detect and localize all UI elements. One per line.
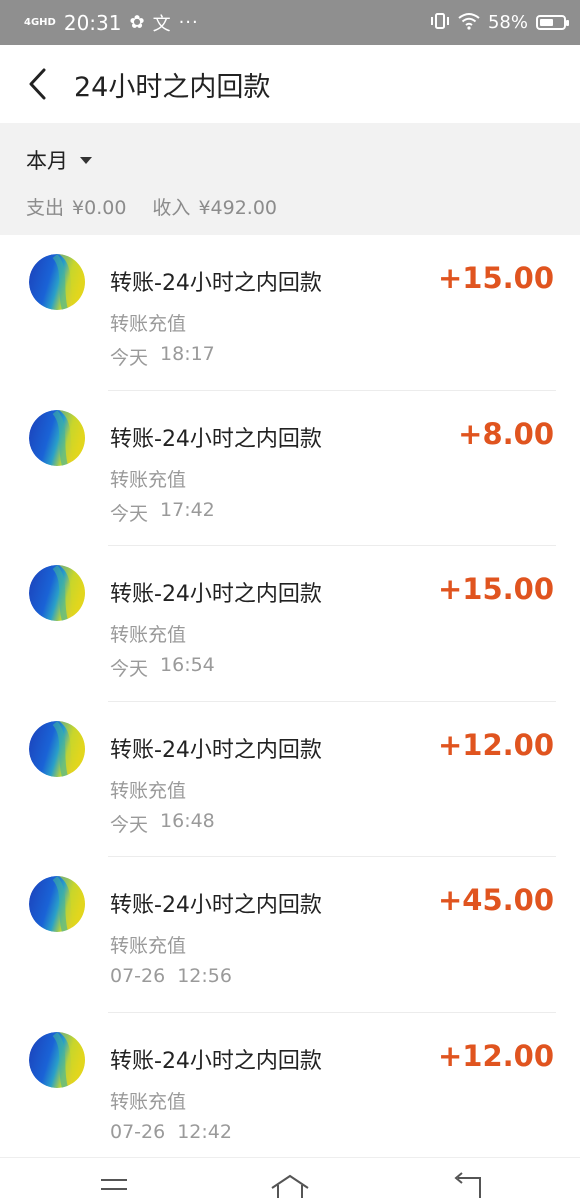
expense-value: ¥0.00 bbox=[72, 197, 127, 219]
transaction-date: 今天 bbox=[110, 813, 149, 836]
transaction-amount: +15.00 bbox=[437, 572, 554, 607]
battery-icon bbox=[536, 15, 569, 30]
transaction-date: 今天 bbox=[110, 502, 149, 525]
status-bar: 4GHD 20:31 ✿ 文 ··· 58% bbox=[0, 0, 580, 45]
chevron-left-icon bbox=[29, 68, 46, 100]
wifi-icon bbox=[458, 12, 480, 34]
transaction-time: 17:42 bbox=[160, 498, 215, 521]
pinwheel-icon: ✿ bbox=[129, 12, 145, 33]
avatar bbox=[29, 254, 85, 310]
income-total: 收入 ¥492.00 bbox=[152, 193, 277, 220]
totals: 支出 ¥0.00 收入 ¥492.00 bbox=[26, 193, 277, 220]
transaction-row[interactable]: 转账-24小时之内回款 转账充值 今天 18:17 +15.00 bbox=[0, 235, 580, 391]
transaction-title: 转账-24小时之内回款 bbox=[110, 893, 322, 919]
income-label: 收入 bbox=[152, 197, 191, 219]
system-nav-bar bbox=[0, 1157, 580, 1198]
transaction-type: 转账充值 bbox=[110, 468, 187, 491]
back-nav-button[interactable] bbox=[446, 1170, 486, 1198]
transaction-title: 转账-24小时之内回款 bbox=[110, 737, 322, 763]
transaction-amount: +12.00 bbox=[437, 727, 554, 762]
transaction-time: 18:17 bbox=[160, 343, 215, 365]
transaction-time: 12:42 bbox=[177, 1120, 232, 1143]
expense-total: 支出 ¥0.00 bbox=[26, 193, 126, 220]
month-selector[interactable]: 本月 bbox=[26, 145, 92, 175]
transaction-title: 转账-24小时之内回款 bbox=[110, 1048, 322, 1074]
transaction-date: 07-26 bbox=[110, 1120, 166, 1143]
transaction-type: 转账充值 bbox=[110, 1090, 187, 1113]
transaction-title: 转账-24小时之内回款 bbox=[110, 582, 322, 608]
transaction-type: 转账充值 bbox=[110, 313, 187, 335]
status-bar-left: 4GHD 20:31 ✿ 文 ··· bbox=[24, 10, 199, 36]
transaction-title: 转账-24小时之内回款 bbox=[110, 426, 322, 452]
avatar bbox=[29, 1031, 85, 1088]
status-bar-right: 58% bbox=[430, 12, 569, 34]
transaction-datetime: 今天 16:48 bbox=[110, 810, 215, 837]
more-notifications-icon: ··· bbox=[178, 12, 199, 33]
menu-button[interactable] bbox=[94, 1170, 134, 1198]
transaction-datetime: 今天 18:17 bbox=[110, 343, 215, 370]
clock: 20:31 bbox=[63, 10, 122, 35]
month-summary: 本月 支出 ¥0.00 收入 ¥492.00 bbox=[0, 123, 580, 235]
transaction-amount: +15.00 bbox=[437, 261, 554, 295]
page-title: 24小时之内回款 bbox=[74, 71, 271, 103]
network-indicator: 4GHD bbox=[24, 16, 56, 28]
avatar bbox=[29, 720, 85, 777]
vibrate-icon bbox=[430, 12, 450, 34]
transaction-row[interactable]: 转账-24小时之内回款 转账充值 今天 17:42 +8.00 bbox=[0, 391, 580, 547]
back-arrow-icon bbox=[454, 1172, 481, 1198]
transaction-type: 转账充值 bbox=[110, 935, 187, 958]
avatar bbox=[29, 565, 85, 622]
home-icon bbox=[271, 1174, 309, 1198]
transaction-list: 转账-24小时之内回款 转账充值 今天 18:17 +15.00 转账-24小时之… bbox=[0, 235, 580, 1169]
transaction-row[interactable]: 转账-24小时之内回款 转账充值 今天 16:48 +12.00 bbox=[0, 702, 580, 858]
transaction-amount: +8.00 bbox=[458, 416, 554, 451]
transaction-time: 12:56 bbox=[177, 965, 232, 988]
transaction-type: 转账充值 bbox=[110, 779, 187, 802]
transaction-row[interactable]: 转账-24小时之内回款 转账充值 07-26 12:56 +45.00 bbox=[0, 857, 580, 1013]
back-button[interactable] bbox=[8, 45, 68, 123]
transaction-datetime: 07-26 12:42 bbox=[110, 1121, 232, 1143]
expense-label: 支出 bbox=[26, 197, 65, 219]
transaction-row[interactable]: 转账-24小时之内回款 转账充值 今天 16:54 +15.00 bbox=[0, 546, 580, 702]
transaction-date: 今天 bbox=[110, 347, 149, 369]
battery-percent: 58% bbox=[487, 12, 528, 33]
transaction-amount: +45.00 bbox=[437, 883, 554, 918]
app-bar: 24小时之内回款 bbox=[0, 45, 580, 123]
transaction-row[interactable]: 转账-24小时之内回款 转账充值 07-26 12:42 +12.00 bbox=[0, 1013, 580, 1169]
caret-down-icon bbox=[80, 156, 92, 164]
transaction-amount: +12.00 bbox=[437, 1038, 554, 1073]
transaction-time: 16:54 bbox=[160, 654, 215, 677]
income-value: ¥492.00 bbox=[198, 197, 278, 219]
transaction-type: 转账充值 bbox=[110, 624, 187, 647]
transaction-time: 16:48 bbox=[160, 809, 215, 832]
translate-icon: 文 bbox=[152, 13, 171, 35]
month-label: 本月 bbox=[26, 149, 68, 173]
transaction-date: 今天 bbox=[110, 658, 149, 681]
menu-icon bbox=[101, 1179, 127, 1190]
transaction-datetime: 今天 16:54 bbox=[110, 654, 215, 681]
transaction-date: 07-26 bbox=[110, 965, 166, 988]
transaction-title: 转账-24小时之内回款 bbox=[110, 271, 322, 296]
home-button[interactable] bbox=[270, 1170, 310, 1198]
avatar bbox=[29, 409, 85, 466]
avatar bbox=[29, 876, 85, 933]
transaction-datetime: 今天 17:42 bbox=[110, 499, 215, 526]
transaction-datetime: 07-26 12:56 bbox=[110, 965, 232, 987]
